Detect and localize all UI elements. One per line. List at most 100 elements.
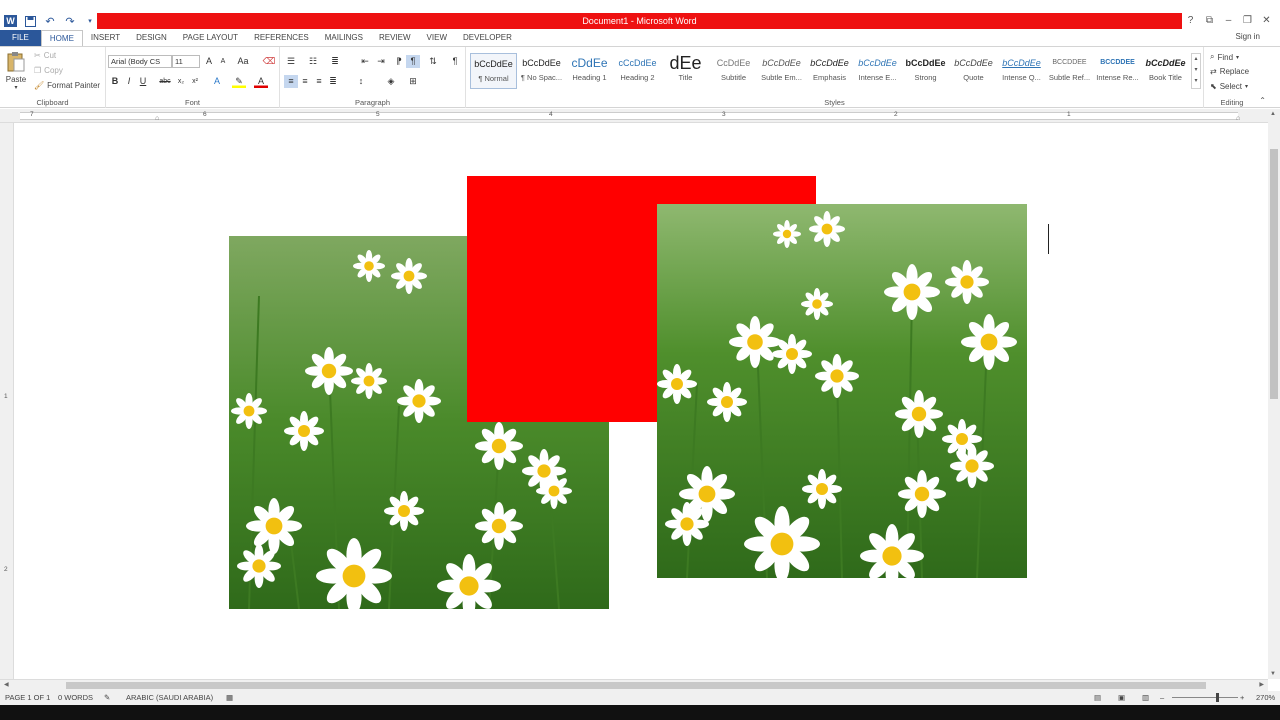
print-layout-icon[interactable]: ▣ bbox=[1118, 693, 1125, 702]
italic-button[interactable]: I bbox=[122, 75, 136, 88]
style-book-title[interactable]: bCcDdEe Book Title bbox=[1142, 53, 1189, 89]
tab-page-layout[interactable]: PAGE LAYOUT bbox=[175, 30, 246, 46]
vertical-scroll-thumb[interactable] bbox=[1270, 149, 1278, 399]
scroll-left-icon[interactable]: ◀ bbox=[4, 681, 9, 688]
undo-icon[interactable]: ↶ bbox=[43, 14, 57, 28]
read-mode-icon[interactable]: ▤ bbox=[1094, 693, 1101, 702]
shrink-font-button[interactable]: A bbox=[216, 55, 230, 68]
page-count[interactable]: PAGE 1 OF 1 bbox=[5, 693, 50, 702]
horizontal-scroll-thumb[interactable] bbox=[66, 682, 1206, 689]
style-intense-emphasis[interactable]: bCcDdEe Intense E... bbox=[854, 53, 901, 89]
justify-icon[interactable]: ≣ bbox=[326, 75, 340, 88]
scroll-right-icon[interactable]: ▶ bbox=[1259, 681, 1264, 688]
style-subtitle[interactable]: CcDdEe Subtitle bbox=[710, 53, 757, 89]
tab-mailings[interactable]: MAILINGS bbox=[317, 30, 371, 46]
ltr-icon[interactable]: ⁋ bbox=[392, 55, 406, 68]
proofing-icon[interactable]: ✎ bbox=[104, 693, 110, 702]
scroll-up-icon[interactable]: ▲ bbox=[1270, 111, 1276, 117]
sort-icon[interactable]: ⇅ bbox=[426, 55, 440, 68]
select-button[interactable]: ⬉ Select ▾ bbox=[1210, 82, 1248, 91]
zoom-out-icon[interactable]: – bbox=[1160, 693, 1164, 702]
style-heading-1[interactable]: cDdEe Heading 1 bbox=[566, 53, 613, 89]
align-left-icon[interactable]: ≡ bbox=[284, 75, 298, 88]
indent-marker[interactable]: ⌂ bbox=[155, 115, 159, 122]
style-heading-2[interactable]: cCcDdEe Heading 2 bbox=[614, 53, 661, 89]
tab-home[interactable]: HOME bbox=[40, 30, 83, 46]
customize-icon[interactable]: ▾ bbox=[83, 14, 97, 28]
tab-references[interactable]: REFERENCES bbox=[246, 30, 317, 46]
style-no-spacing[interactable]: bCcDdEe ¶ No Spac... bbox=[518, 53, 565, 89]
tab-file[interactable]: FILE bbox=[0, 30, 41, 46]
macro-icon[interactable]: ▦ bbox=[226, 693, 233, 702]
copy-button[interactable]: ❐ Copy bbox=[34, 66, 63, 75]
ribbon-display-icon[interactable]: ⧉ bbox=[1200, 13, 1219, 29]
cut-button[interactable]: ✂ Cut bbox=[34, 51, 56, 60]
font-name-select[interactable]: Arial (Body CS bbox=[108, 55, 172, 68]
web-layout-icon[interactable]: ▥ bbox=[1142, 693, 1149, 702]
bold-button[interactable]: B bbox=[108, 75, 122, 88]
align-right-icon[interactable]: ≡ bbox=[312, 75, 326, 88]
horizontal-ruler[interactable]: 7 6 5 4 3 2 1 ⌂ ⌂ bbox=[0, 109, 1268, 123]
style-subtle-emphasis[interactable]: bCcDdEe Subtle Em... bbox=[758, 53, 805, 89]
borders-icon[interactable]: ⊞ bbox=[406, 75, 420, 88]
save-icon[interactable] bbox=[23, 14, 37, 28]
line-spacing-icon[interactable]: ↕ bbox=[354, 75, 368, 88]
close-icon[interactable]: ✕ bbox=[1257, 13, 1276, 29]
change-case-button[interactable]: Aa bbox=[234, 55, 252, 68]
sign-in-link[interactable]: Sign in bbox=[1236, 32, 1260, 41]
bullets-icon[interactable]: ☰ bbox=[284, 55, 298, 68]
daisy-photo-right[interactable] bbox=[657, 204, 1027, 578]
tab-developer[interactable]: DEVELOPER bbox=[455, 30, 520, 46]
superscript-button[interactable]: x² bbox=[188, 75, 202, 88]
restore-icon[interactable]: ❐ bbox=[1238, 13, 1257, 29]
tab-review[interactable]: REVIEW bbox=[371, 30, 419, 46]
text-effects-icon[interactable]: A bbox=[210, 75, 224, 88]
collapse-ribbon-icon[interactable]: ⌃ bbox=[1259, 96, 1266, 105]
word-count[interactable]: 0 WORDS bbox=[58, 693, 93, 702]
decrease-indent-icon[interactable]: ⇤ bbox=[358, 55, 372, 68]
scroll-down-icon[interactable]: ▼ bbox=[1270, 671, 1276, 677]
style-emphasis[interactable]: bCcDdEe Emphasis bbox=[806, 53, 853, 89]
word-icon[interactable]: W bbox=[4, 15, 17, 27]
highlight-icon[interactable]: ✎ bbox=[232, 75, 246, 88]
style-subtle-reference[interactable]: BCCDDEE Subtle Ref... bbox=[1046, 53, 1093, 89]
style-normal[interactable]: bCcDdEe ¶ Normal bbox=[470, 53, 517, 89]
shading-icon[interactable]: ◈ bbox=[384, 75, 398, 88]
align-center-icon[interactable]: ≡ bbox=[298, 75, 312, 88]
style-title[interactable]: dEe Title bbox=[662, 53, 709, 89]
grow-font-button[interactable]: A bbox=[202, 55, 216, 68]
font-size-select[interactable]: 11 bbox=[172, 55, 200, 68]
strikethrough-button[interactable]: abc bbox=[156, 75, 174, 88]
style-quote[interactable]: bCcDdEe Quote bbox=[950, 53, 997, 89]
tab-insert[interactable]: INSERT bbox=[83, 30, 128, 46]
indent-marker-right[interactable]: ⌂ bbox=[1236, 115, 1240, 122]
style-strong[interactable]: bCcDdEe Strong bbox=[902, 53, 949, 89]
numbering-icon[interactable]: ☷ bbox=[306, 55, 320, 68]
styles-gallery-scroll[interactable]: ▴ ▾ ▾ bbox=[1191, 53, 1201, 89]
tab-design[interactable]: DESIGN bbox=[128, 30, 175, 46]
minimize-icon[interactable]: – bbox=[1219, 13, 1238, 29]
style-intense-reference[interactable]: BCCDDEE Intense Re... bbox=[1094, 53, 1141, 89]
format-painter-button[interactable]: 🖌 Format Painter bbox=[34, 81, 100, 90]
tab-view[interactable]: VIEW bbox=[419, 30, 455, 46]
find-button[interactable]: ⌕ Find ▾ bbox=[1210, 52, 1239, 62]
zoom-level[interactable]: 270% bbox=[1256, 693, 1275, 702]
subscript-button[interactable]: x₂ bbox=[174, 75, 188, 88]
show-marks-button[interactable]: ¶ bbox=[448, 55, 462, 68]
underline-button[interactable]: U bbox=[136, 75, 150, 88]
document-canvas[interactable] bbox=[14, 123, 1268, 679]
language-indicator[interactable]: ARABIC (SAUDI ARABIA) bbox=[126, 693, 213, 702]
zoom-in-icon[interactable]: + bbox=[1240, 693, 1244, 702]
horizontal-scrollbar[interactable]: ◀ ▶ bbox=[0, 679, 1268, 691]
clear-format-icon[interactable]: ⌫ bbox=[262, 55, 276, 68]
increase-indent-icon[interactable]: ⇥ bbox=[374, 55, 388, 68]
style-intense-quote[interactable]: bCcDdEe Intense Q... bbox=[998, 53, 1045, 89]
help-icon[interactable]: ? bbox=[1181, 13, 1200, 29]
rtl-icon[interactable]: ¶ bbox=[406, 55, 420, 68]
font-color-icon[interactable]: A bbox=[254, 75, 268, 88]
paste-button[interactable]: Paste ▾ bbox=[4, 51, 28, 95]
redo-icon[interactable]: ↷ bbox=[63, 14, 77, 28]
zoom-slider[interactable] bbox=[1172, 693, 1238, 702]
vertical-ruler[interactable]: 1 2 bbox=[0, 123, 14, 679]
zoom-slider-thumb[interactable] bbox=[1216, 693, 1219, 702]
